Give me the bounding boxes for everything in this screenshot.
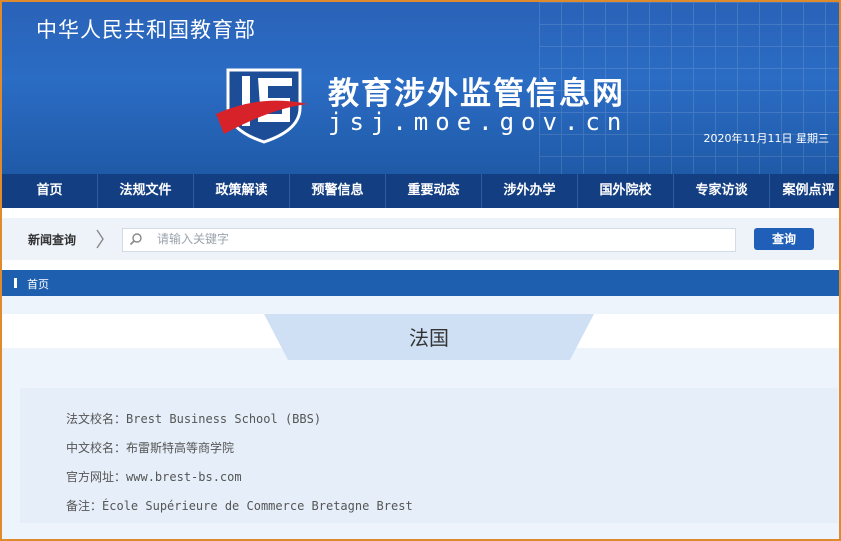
nav-item-home[interactable]: 首页 [2,174,98,208]
current-date: 2020年11月11日 星期三 [703,132,830,145]
info-row-chinese-name: 中文校名：布雷斯特高等商学院 [66,439,234,456]
page-title: 法国 [409,326,449,350]
info-label: 官方网址： [66,470,127,484]
search-label: 新闻查询 [28,233,77,247]
breadcrumb-home-link[interactable]: 首页 [27,276,49,292]
news-search-bar: 新闻查询 查询 [2,218,839,260]
nav-item-case-reviews[interactable]: 案例点评 [770,174,839,208]
breadcrumb: 首页 [2,270,839,296]
info-row-french-name: 法文校名：Brest Business School (BBS) [66,410,321,427]
breadcrumb-marker [14,278,17,288]
nav-item-foreign-schooling[interactable]: 涉外办学 [482,174,578,208]
info-value: Brest Business School (BBS) [126,412,322,426]
site-title: 教育涉外监管信息网 [328,76,625,112]
ministry-name[interactable]: 中华人民共和国教育部 [36,14,256,44]
site-url: jsj.moe.gov.cn [328,108,629,136]
search-icon [129,233,142,246]
nav-item-regulations[interactable]: 法规文件 [98,174,194,208]
info-row-remarks: 备注：École Supérieure de Commerce Bretagne… [66,497,413,514]
search-box [122,228,736,252]
nav-item-warnings[interactable]: 预警信息 [290,174,386,208]
chevron-right-icon [96,229,104,249]
search-button[interactable]: 查询 [754,228,814,250]
site-header: 中华人民共和国教育部 教育涉外监管信息网 jsj.moe.gov.cn 2020… [2,2,839,174]
info-value: École Supérieure de Commerce Bretagne Br… [102,499,413,513]
info-label: 法文校名： [66,412,127,426]
school-info-panel: 法文校名：Brest Business School (BBS) 中文校名：布雷… [20,388,838,523]
search-input[interactable] [157,229,717,249]
main-nav: 首页 法规文件 政策解读 预警信息 重要动态 涉外办学 国外院校 专家访谈 案例… [2,174,839,208]
site-logo-icon[interactable] [214,64,310,144]
info-label: 备注： [66,499,103,513]
nav-item-policy-interpretation[interactable]: 政策解读 [194,174,290,208]
nav-item-news[interactable]: 重要动态 [386,174,482,208]
nav-item-expert-interviews[interactable]: 专家访谈 [674,174,770,208]
nav-item-foreign-institutions[interactable]: 国外院校 [578,174,674,208]
info-label: 中文校名： [66,441,127,455]
info-value: 布雷斯特高等商学院 [126,441,235,455]
info-value: www.brest-bs.com [126,470,242,484]
page-frame: 中华人民共和国教育部 教育涉外监管信息网 jsj.moe.gov.cn 2020… [0,0,841,541]
info-row-website: 官方网址：www.brest-bs.com [66,468,242,485]
main-content: 法国 法文校名：Brest Business School (BBS) 中文校名… [2,296,839,539]
